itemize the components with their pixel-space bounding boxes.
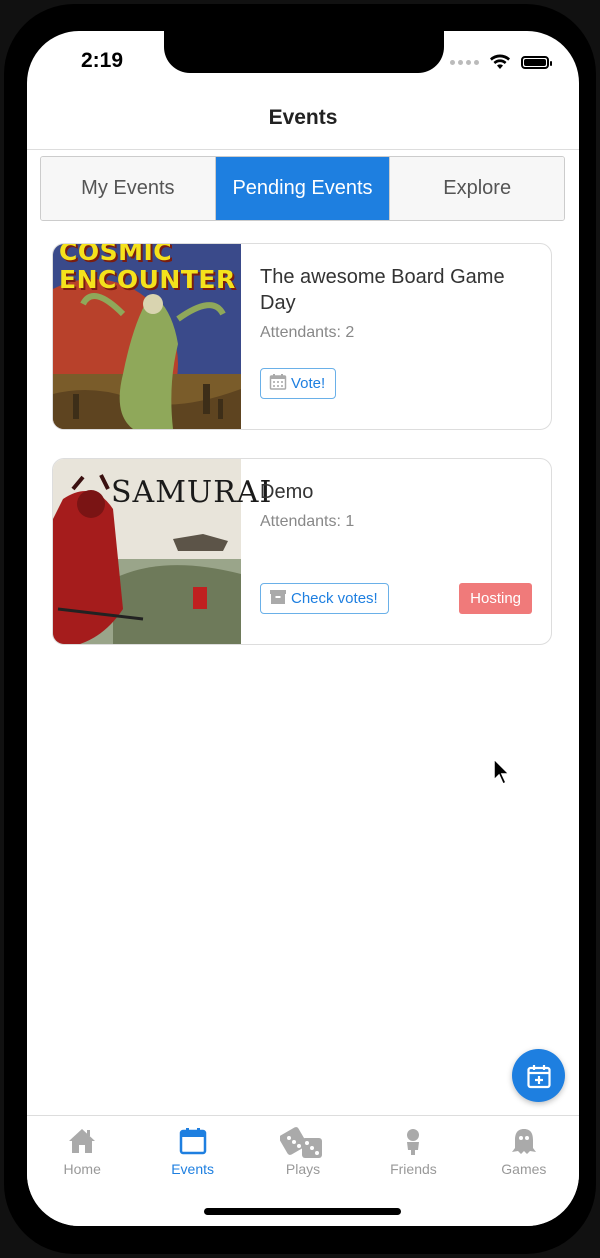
- calendar-icon: [269, 373, 287, 395]
- tabbar-label: Events: [171, 1161, 215, 1177]
- status-icons: [450, 54, 552, 70]
- dice-icon: [280, 1127, 323, 1158]
- calendar-icon: [179, 1128, 206, 1155]
- page-title: Events: [268, 106, 338, 129]
- tabbar-label: Friends: [390, 1161, 437, 1177]
- vote-button[interactable]: Vote!: [260, 368, 337, 399]
- game-cover-title: COSMIC ENCOUNTER: [59, 243, 236, 294]
- tabbar-label: Home: [63, 1161, 101, 1177]
- home-indicator[interactable]: [204, 1208, 401, 1215]
- app-screen: 2:19 Events My Events Pending Events Exp…: [27, 31, 579, 1226]
- phone-frame: 2:19 Events My Events Pending Events Exp…: [4, 4, 596, 1254]
- event-title[interactable]: The awesome Board Game Day: [260, 264, 540, 316]
- battery-icon: [521, 55, 552, 69]
- header-divider: [27, 149, 579, 150]
- mouse-cursor-icon: [493, 758, 511, 786]
- archive-icon: [269, 588, 287, 610]
- device-notch: [164, 31, 444, 73]
- person-icon: [407, 1129, 420, 1155]
- game-cover-image: SAMURAI: [53, 459, 271, 644]
- event-card[interactable]: SAMURAI Demo Attendants: 1 Check votes! …: [52, 458, 552, 645]
- wifi-icon: [490, 54, 510, 69]
- tabbar-item-home[interactable]: Home: [27, 1116, 137, 1226]
- tab-explore[interactable]: Explore: [390, 157, 564, 220]
- tabbar-label: Plays: [285, 1161, 321, 1177]
- tabbar-item-games[interactable]: Games: [469, 1116, 579, 1226]
- check-votes-button-label: Check votes!: [291, 590, 378, 607]
- signal-icon: [450, 59, 479, 65]
- ghost-icon: [511, 1129, 536, 1154]
- event-attendants: Attendants: 2: [260, 324, 355, 341]
- check-votes-button[interactable]: Check votes!: [260, 583, 389, 614]
- event-attendants: Attendants: 1: [260, 513, 355, 530]
- game-cover-image: COSMIC ENCOUNTER: [53, 243, 241, 429]
- game-cover-title: SAMURAI: [111, 475, 273, 510]
- home-icon: [69, 1129, 96, 1153]
- status-time: 2:19: [81, 49, 124, 72]
- event-title[interactable]: Demo: [260, 479, 540, 505]
- tab-my-events[interactable]: My Events: [41, 157, 216, 220]
- add-event-button[interactable]: [512, 1049, 565, 1102]
- vote-button-label: Vote!: [291, 375, 326, 392]
- calendar-plus-icon: [526, 1064, 551, 1088]
- segmented-tabs: My Events Pending Events Explore: [40, 156, 565, 221]
- event-card[interactable]: COSMIC ENCOUNTER The awesome Board Game …: [52, 243, 552, 430]
- tabbar-label: Games: [501, 1161, 547, 1177]
- hosting-badge: Hosting: [459, 583, 532, 614]
- tab-pending-events[interactable]: Pending Events: [215, 157, 391, 220]
